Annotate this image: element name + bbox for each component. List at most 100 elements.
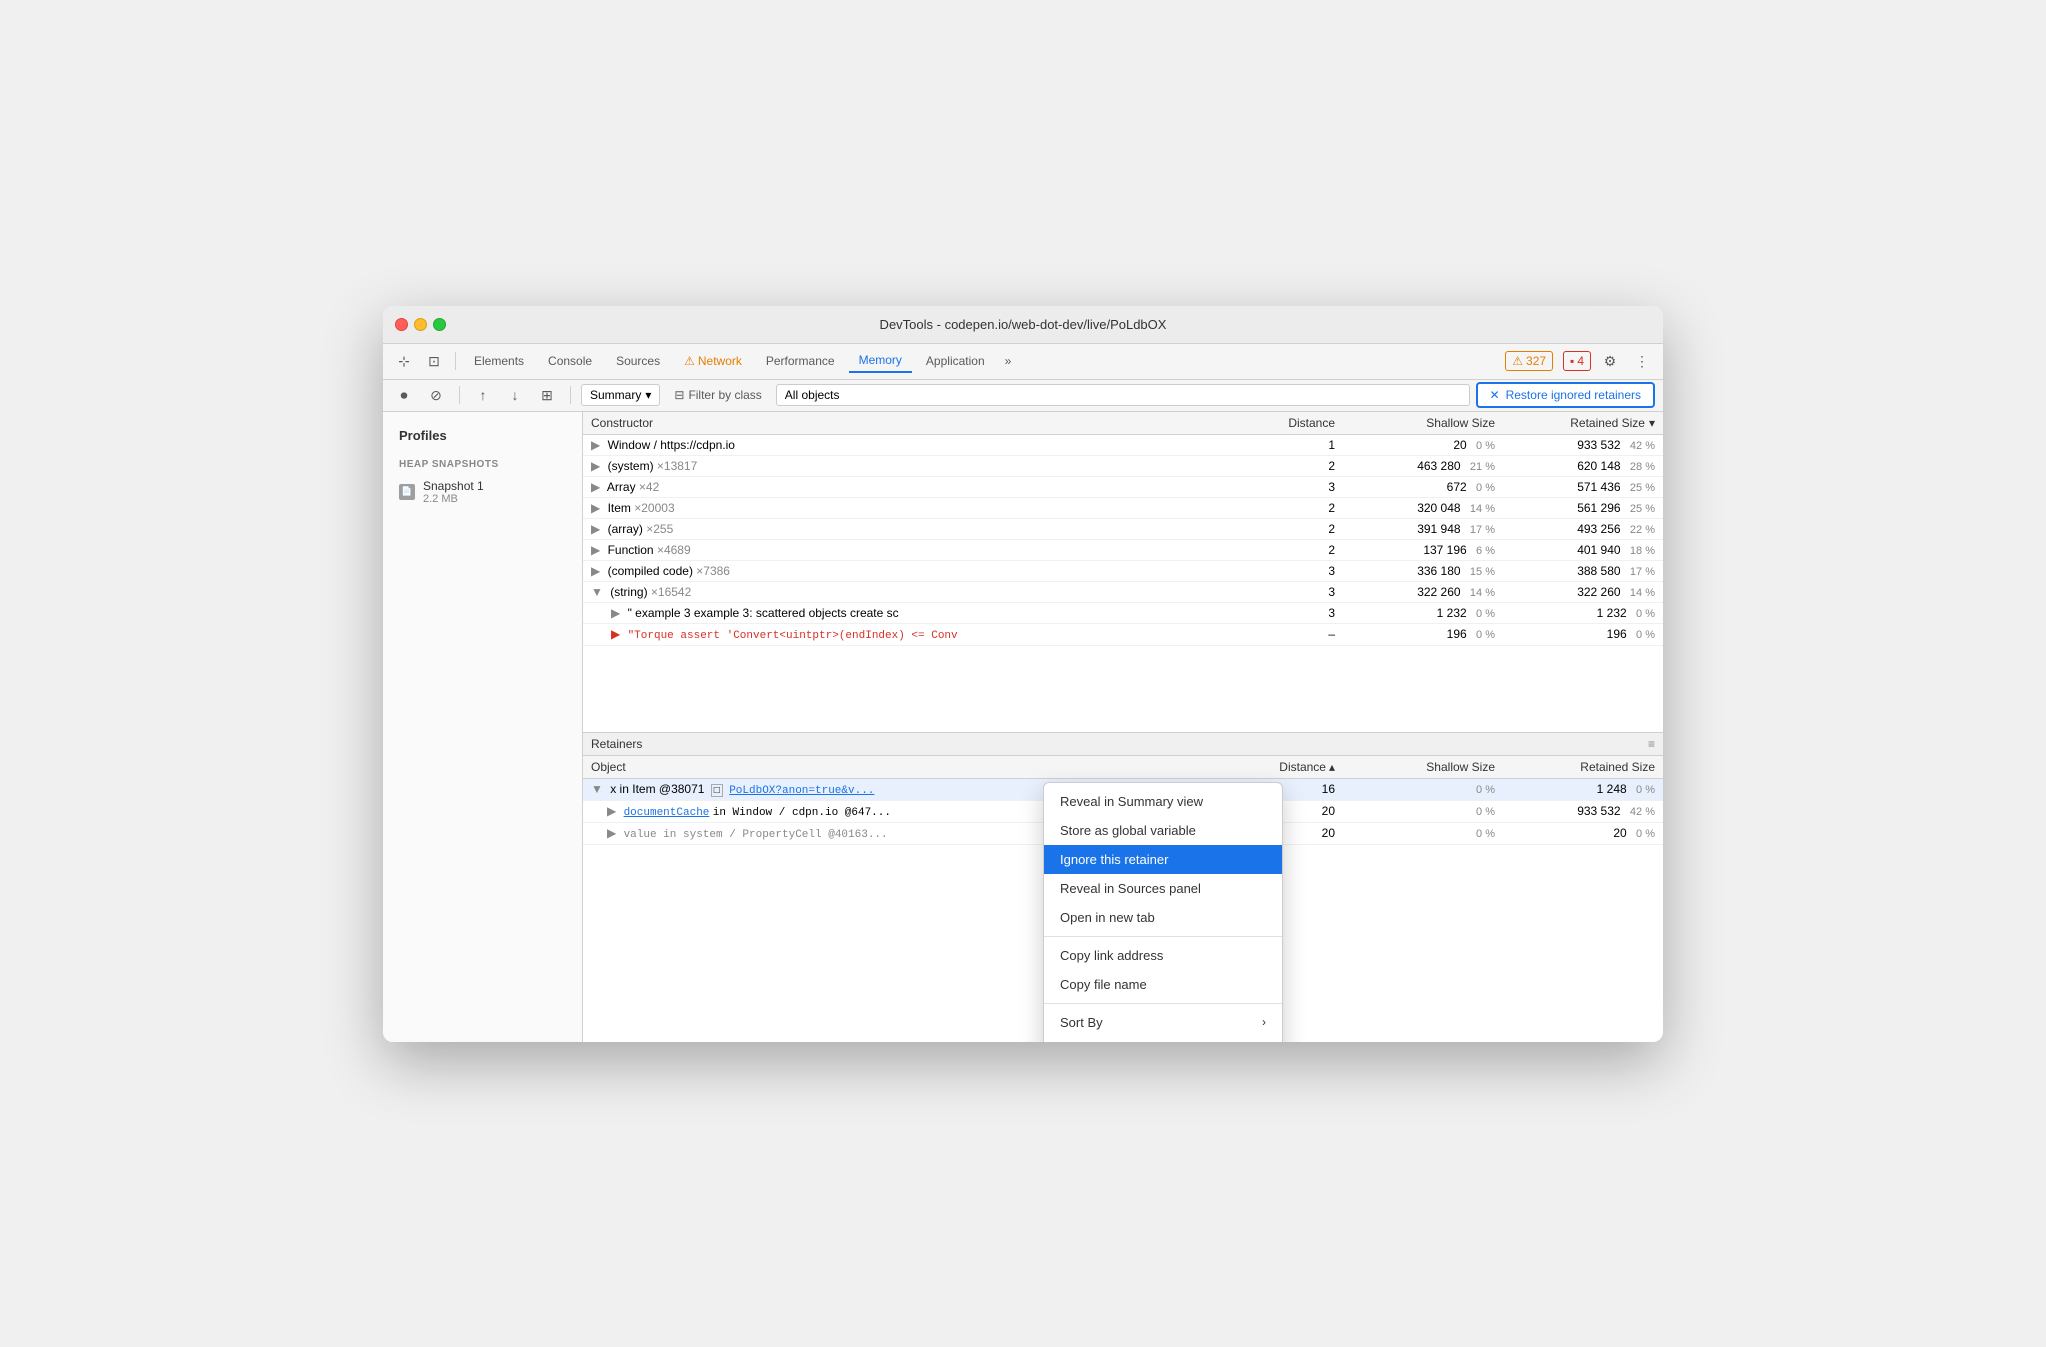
- main-content: Profiles HEAP SNAPSHOTS 📄 Snapshot 1 2.2…: [383, 412, 1663, 1042]
- copy-link-item[interactable]: Copy link address: [1044, 941, 1282, 970]
- window-title: DevTools - codepen.io/web-dot-dev/live/P…: [880, 317, 1167, 332]
- header-options-item[interactable]: Header Options ›: [1044, 1037, 1282, 1042]
- dropdown-arrow-icon: ▾: [645, 388, 651, 402]
- retainers-scroll-icon: ≡: [1648, 737, 1655, 751]
- error-square-icon: ▪: [1570, 354, 1574, 368]
- expand-icon[interactable]: ▶: [591, 564, 600, 578]
- class-dropdown[interactable]: All objects: [776, 384, 1470, 406]
- distance-header[interactable]: Distance: [1263, 412, 1343, 435]
- sort-by-item[interactable]: Sort By ›: [1044, 1008, 1282, 1037]
- record-button[interactable]: ⏺: [391, 382, 417, 408]
- constructor-header[interactable]: Constructor: [583, 412, 1263, 435]
- more-tabs-button[interactable]: »: [999, 352, 1018, 370]
- retainers-label: Retainers ≡: [583, 733, 1663, 756]
- toolbar-separator-2: [459, 386, 460, 404]
- expand-icon[interactable]: ▶: [591, 501, 600, 515]
- expand-icon[interactable]: ▶: [611, 606, 620, 620]
- expand-icon[interactable]: ▶: [591, 438, 600, 452]
- table-row[interactable]: ▶ Function ×4689 2 137 196 6 % 401 940 1…: [583, 539, 1663, 560]
- tab-application[interactable]: Application: [916, 350, 995, 372]
- tab-performance[interactable]: Performance: [756, 350, 845, 372]
- expand-icon[interactable]: ▼: [591, 782, 603, 796]
- open-new-tab-item[interactable]: Open in new tab: [1044, 903, 1282, 932]
- table-row[interactable]: ▶ (array) ×255 2 391 948 17 % 493 256 22…: [583, 518, 1663, 539]
- device-toolbar-icon[interactable]: ⊡: [421, 348, 447, 374]
- main-toolbar: ⊹ ⊡ Elements Console Sources ⚠Network Pe…: [383, 344, 1663, 380]
- settings-icon[interactable]: ⚙: [1597, 348, 1623, 374]
- expand-icon[interactable]: ▶: [607, 804, 616, 818]
- secondary-toolbar: ⏺ ⊘ ↑ ↓ ⊞ Summary ▾ ⊟ Filter by class Al…: [383, 380, 1663, 412]
- context-menu-separator-2: [1044, 1003, 1282, 1004]
- stop-button[interactable]: ⊘: [423, 382, 449, 408]
- table-row[interactable]: ▶ (compiled code) ×7386 3 336 180 15 % 3…: [583, 560, 1663, 581]
- expand-icon[interactable]: ▶: [611, 627, 620, 641]
- shallow-size-header[interactable]: Shallow Size: [1343, 412, 1503, 435]
- tab-elements[interactable]: Elements: [464, 350, 534, 372]
- sort-down-icon: ▾: [1649, 416, 1655, 430]
- devtools-window: DevTools - codepen.io/web-dot-dev/live/P…: [383, 306, 1663, 1042]
- error-badge: ▪ 4: [1563, 351, 1591, 371]
- table-row[interactable]: ▶ Array ×42 3 672 0 % 571 436 25 %: [583, 476, 1663, 497]
- expand-icon[interactable]: ▼: [591, 585, 603, 599]
- toolbar-separator-1: [455, 352, 456, 370]
- expand-icon[interactable]: ▶: [591, 459, 600, 473]
- table-row[interactable]: ▶ " example 3 example 3: scattered objec…: [583, 602, 1663, 623]
- data-panel: Constructor Distance Shallow Size Retain…: [583, 412, 1663, 1042]
- filter-icon: ⊟: [674, 388, 684, 402]
- reveal-summary-item[interactable]: Reveal in Summary view: [1044, 787, 1282, 816]
- minimize-button[interactable]: [414, 318, 427, 331]
- summary-dropdown[interactable]: Summary ▾: [581, 384, 660, 406]
- close-button[interactable]: [395, 318, 408, 331]
- sidebar-title: Profiles: [391, 424, 574, 447]
- tab-network[interactable]: ⚠Network: [674, 350, 752, 372]
- retainer-distance-header[interactable]: Distance▴: [1263, 756, 1343, 779]
- warning-badge: ⚠ 327: [1505, 351, 1553, 371]
- sidebar: Profiles HEAP SNAPSHOTS 📄 Snapshot 1 2.2…: [383, 412, 583, 1042]
- tab-memory[interactable]: Memory: [849, 349, 912, 373]
- item-type-badge: □: [711, 784, 723, 797]
- snapshot-size: 2.2 MB: [423, 493, 484, 505]
- store-global-item[interactable]: Store as global variable: [1044, 816, 1282, 845]
- object-header[interactable]: Object: [583, 756, 1263, 779]
- context-menu: Reveal in Summary view Store as global v…: [1043, 782, 1283, 1042]
- download-button[interactable]: ↓: [502, 382, 528, 408]
- retained-size-header[interactable]: Retained Size ▾: [1503, 412, 1663, 435]
- tab-sources[interactable]: Sources: [606, 350, 670, 372]
- upload-button[interactable]: ↑: [470, 382, 496, 408]
- traffic-lights: [395, 318, 446, 331]
- retainer-shallow-header[interactable]: Shallow Size: [1343, 756, 1503, 779]
- reveal-sources-item[interactable]: Reveal in Sources panel: [1044, 874, 1282, 903]
- snapshot-1-item[interactable]: 📄 Snapshot 1 2.2 MB: [391, 474, 574, 510]
- more-options-icon[interactable]: ⋮: [1629, 348, 1655, 374]
- constructor-table: Constructor Distance Shallow Size Retain…: [583, 412, 1663, 646]
- document-cache-link[interactable]: documentCache: [624, 807, 710, 819]
- source-link[interactable]: PoLdbOX?anon=true&v...: [729, 785, 874, 797]
- clear-button[interactable]: ⊞: [534, 382, 560, 408]
- context-menu-separator-1: [1044, 936, 1282, 937]
- inspect-icon[interactable]: ⊹: [391, 348, 417, 374]
- submenu-chevron-icon: ›: [1262, 1015, 1266, 1029]
- expand-icon[interactable]: ▶: [607, 826, 616, 840]
- table-row[interactable]: ▶ (system) ×13817 2 463 280 21 % 620 148…: [583, 455, 1663, 476]
- maximize-button[interactable]: [433, 318, 446, 331]
- heap-snapshots-label: HEAP SNAPSHOTS: [391, 455, 574, 474]
- upper-table-section: Constructor Distance Shallow Size Retain…: [583, 412, 1663, 732]
- table-row[interactable]: ▶ "Torque assert 'Convert<uintptr>(endIn…: [583, 623, 1663, 645]
- restore-icon: ✕: [1490, 388, 1500, 402]
- filter-button[interactable]: ⊟ Filter by class: [666, 385, 769, 405]
- table-row[interactable]: ▶ Window / https://cdpn.io 1 20 0 % 933 …: [583, 434, 1663, 455]
- expand-icon[interactable]: ▶: [591, 543, 600, 557]
- table-row[interactable]: ▼ (string) ×16542 3 322 260 14 % 322 260…: [583, 581, 1663, 602]
- expand-icon[interactable]: ▶: [591, 522, 600, 536]
- warning-triangle-icon: ⚠: [1512, 354, 1523, 368]
- snapshot-name: Snapshot 1: [423, 479, 484, 493]
- expand-icon[interactable]: ▶: [591, 480, 600, 494]
- warning-icon: ⚠: [684, 354, 695, 368]
- table-row[interactable]: ▶ Item ×20003 2 320 048 14 % 561 296 25 …: [583, 497, 1663, 518]
- retainer-retained-header[interactable]: Retained Size: [1503, 756, 1663, 779]
- title-bar: DevTools - codepen.io/web-dot-dev/live/P…: [383, 306, 1663, 344]
- copy-filename-item[interactable]: Copy file name: [1044, 970, 1282, 999]
- restore-ignored-button[interactable]: ✕ Restore ignored retainers: [1476, 382, 1655, 408]
- tab-console[interactable]: Console: [538, 350, 602, 372]
- ignore-retainer-item[interactable]: Ignore this retainer: [1044, 845, 1282, 874]
